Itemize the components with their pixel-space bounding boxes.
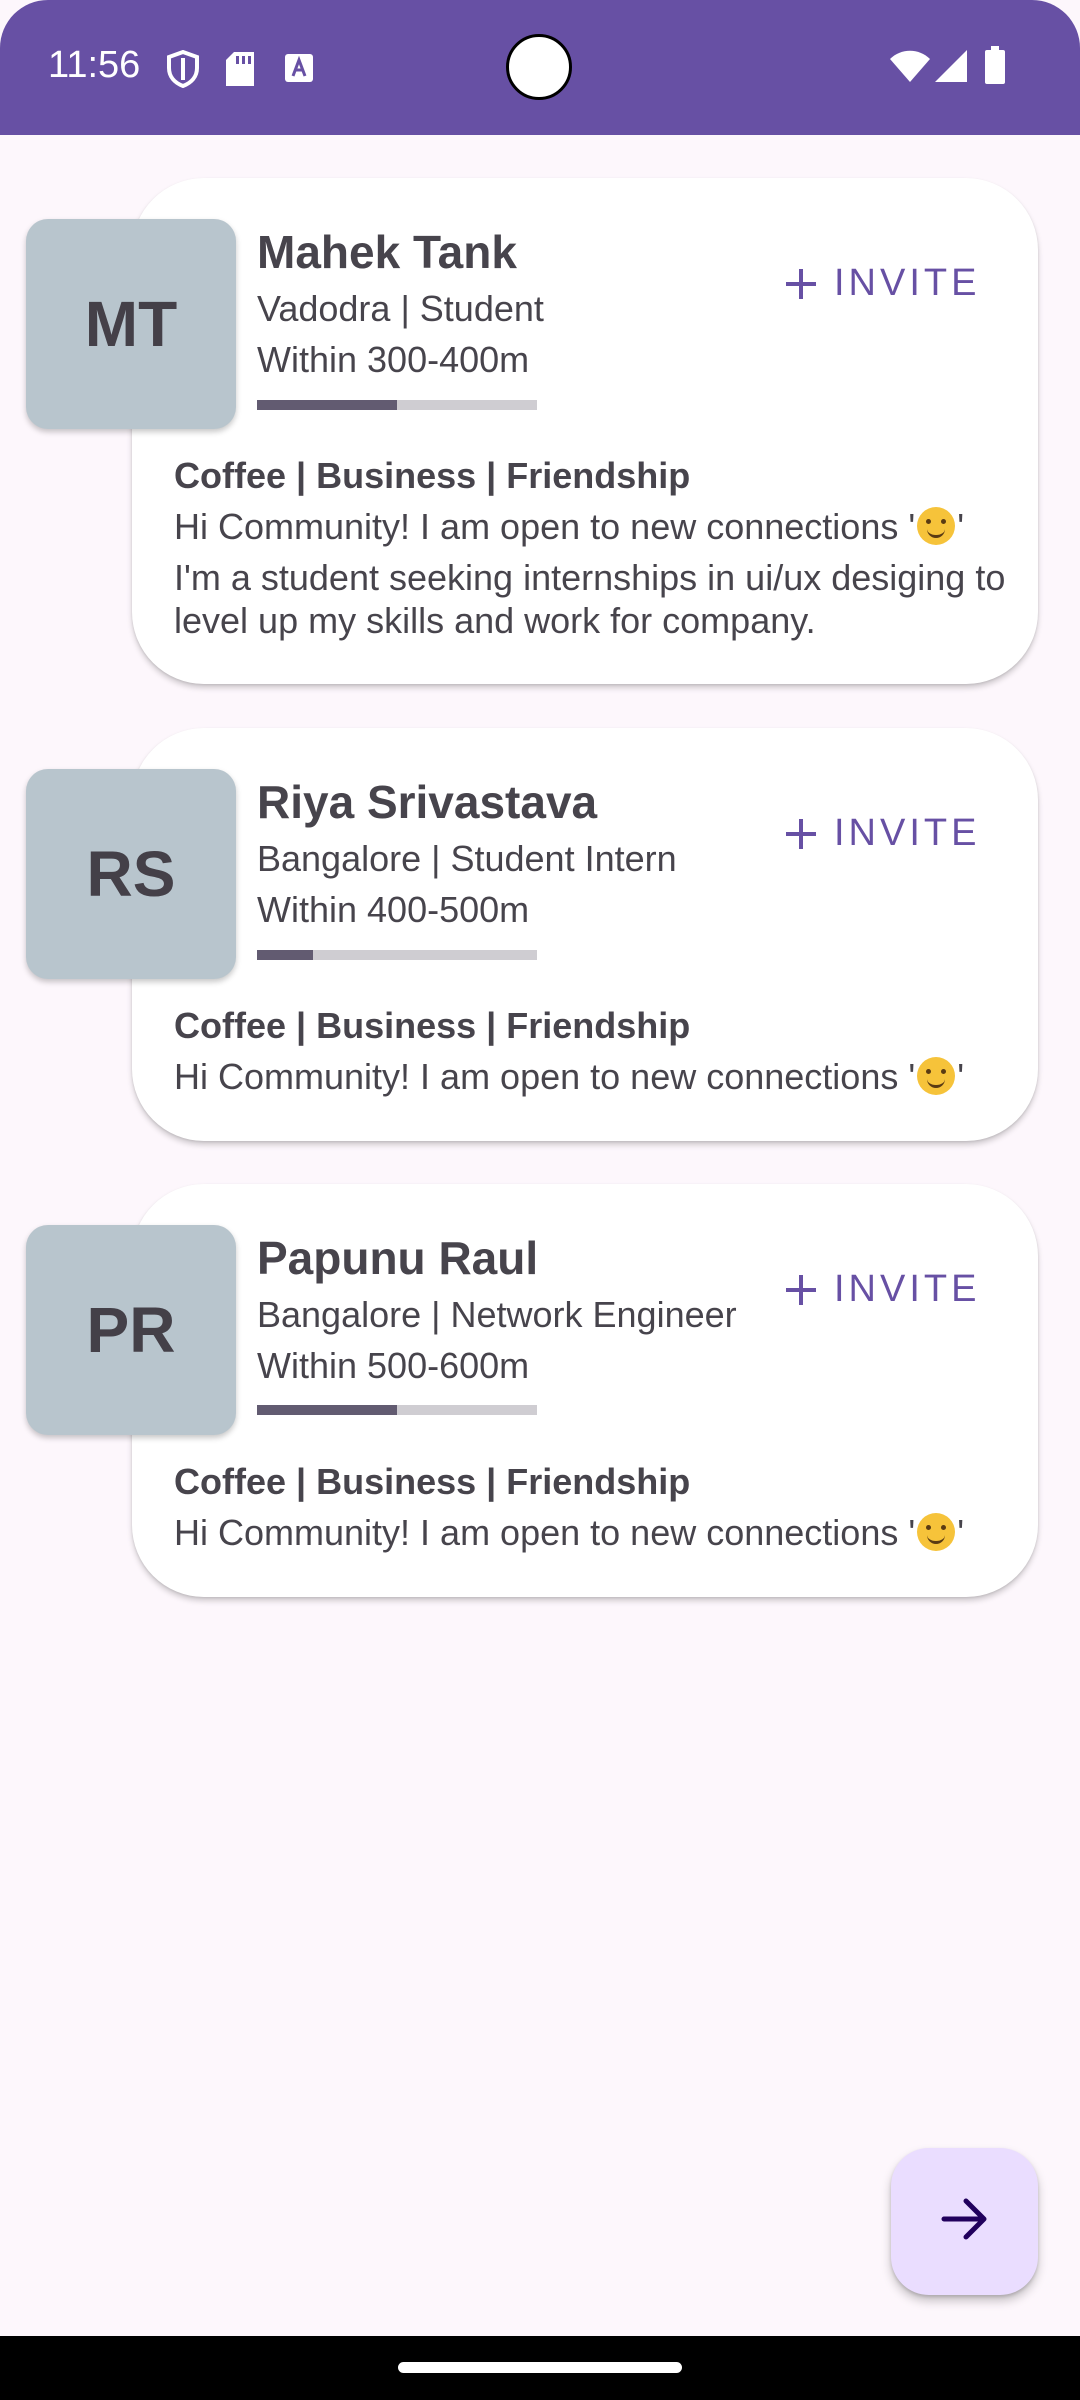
signal-icon: [935, 50, 967, 87]
user-interests: Coffee | Business | Friendship: [174, 1461, 691, 1502]
smiling-face-icon: [917, 1057, 956, 1095]
user-name: Papunu Raul: [257, 1232, 539, 1284]
user-name: Riya Srivastava: [257, 776, 598, 828]
smiling-face-icon: [917, 1513, 956, 1551]
next-fab-button[interactable]: [891, 2148, 1038, 2295]
invite-label: INVITE: [834, 812, 981, 854]
wifi-icon: [890, 50, 930, 87]
proximity-bar-fill: [257, 950, 313, 960]
sd-card-icon: [226, 52, 254, 91]
user-distance: Within 300-400m: [257, 339, 530, 380]
bio-quote: ': [957, 1056, 965, 1097]
bio-text: Hi Community! I am open to new connectio…: [174, 1056, 916, 1097]
proximity-bar-fill: [257, 1405, 397, 1415]
proximity-bar: [257, 950, 537, 960]
bio-text: Hi Community! I am open to new connectio…: [174, 1512, 916, 1553]
proximity-bar-fill: [257, 400, 397, 410]
user-interests: Coffee | Business | Friendship: [174, 1005, 691, 1046]
user-location-role: Bangalore | Student Intern: [257, 838, 677, 879]
battery-icon: [985, 46, 1005, 89]
invite-button[interactable]: INVITE: [786, 262, 980, 305]
plus-icon: [786, 1274, 816, 1305]
text-a-icon: [284, 53, 314, 88]
plus-icon: [786, 268, 816, 299]
arrow-forward-icon: [940, 2197, 990, 2246]
user-location-role: Vadodra | Student: [257, 288, 544, 329]
avatar: MT: [26, 219, 236, 429]
home-indicator[interactable]: [398, 2362, 682, 2373]
user-location-role: Bangalore | Network Engineer: [257, 1294, 737, 1335]
avatar: RS: [26, 769, 236, 979]
status-bar: 11:56: [0, 0, 1080, 135]
shield-icon: [166, 49, 200, 93]
user-bio: Hi Community! I am open to new connectio…: [174, 1512, 964, 1554]
status-time: 11:56: [48, 44, 141, 86]
user-bio-extra: I'm a student seeking internships in ui/…: [174, 557, 1006, 641]
invite-button[interactable]: INVITE: [786, 1268, 980, 1311]
user-bio: Hi Community! I am open to new connectio…: [174, 506, 964, 548]
proximity-bar: [257, 400, 537, 410]
invite-label: INVITE: [834, 262, 981, 304]
proximity-bar: [257, 1405, 537, 1415]
user-interests: Coffee | Business | Friendship: [174, 455, 691, 496]
avatar: PR: [26, 1225, 236, 1435]
user-distance: Within 500-600m: [257, 1345, 530, 1386]
bio-quote: ': [957, 506, 965, 547]
bio-quote: ': [957, 1512, 965, 1553]
user-name: Mahek Tank: [257, 226, 517, 278]
invite-button[interactable]: INVITE: [786, 812, 980, 855]
user-distance: Within 400-500m: [257, 889, 530, 930]
bio-text: Hi Community! I am open to new connectio…: [174, 506, 916, 547]
camera-cutout: [506, 34, 572, 100]
smiling-face-icon: [917, 507, 956, 545]
invite-label: INVITE: [834, 1268, 981, 1310]
plus-icon: [786, 818, 816, 849]
navigation-bar: [0, 2336, 1080, 2400]
user-bio: Hi Community! I am open to new connectio…: [174, 1056, 964, 1098]
